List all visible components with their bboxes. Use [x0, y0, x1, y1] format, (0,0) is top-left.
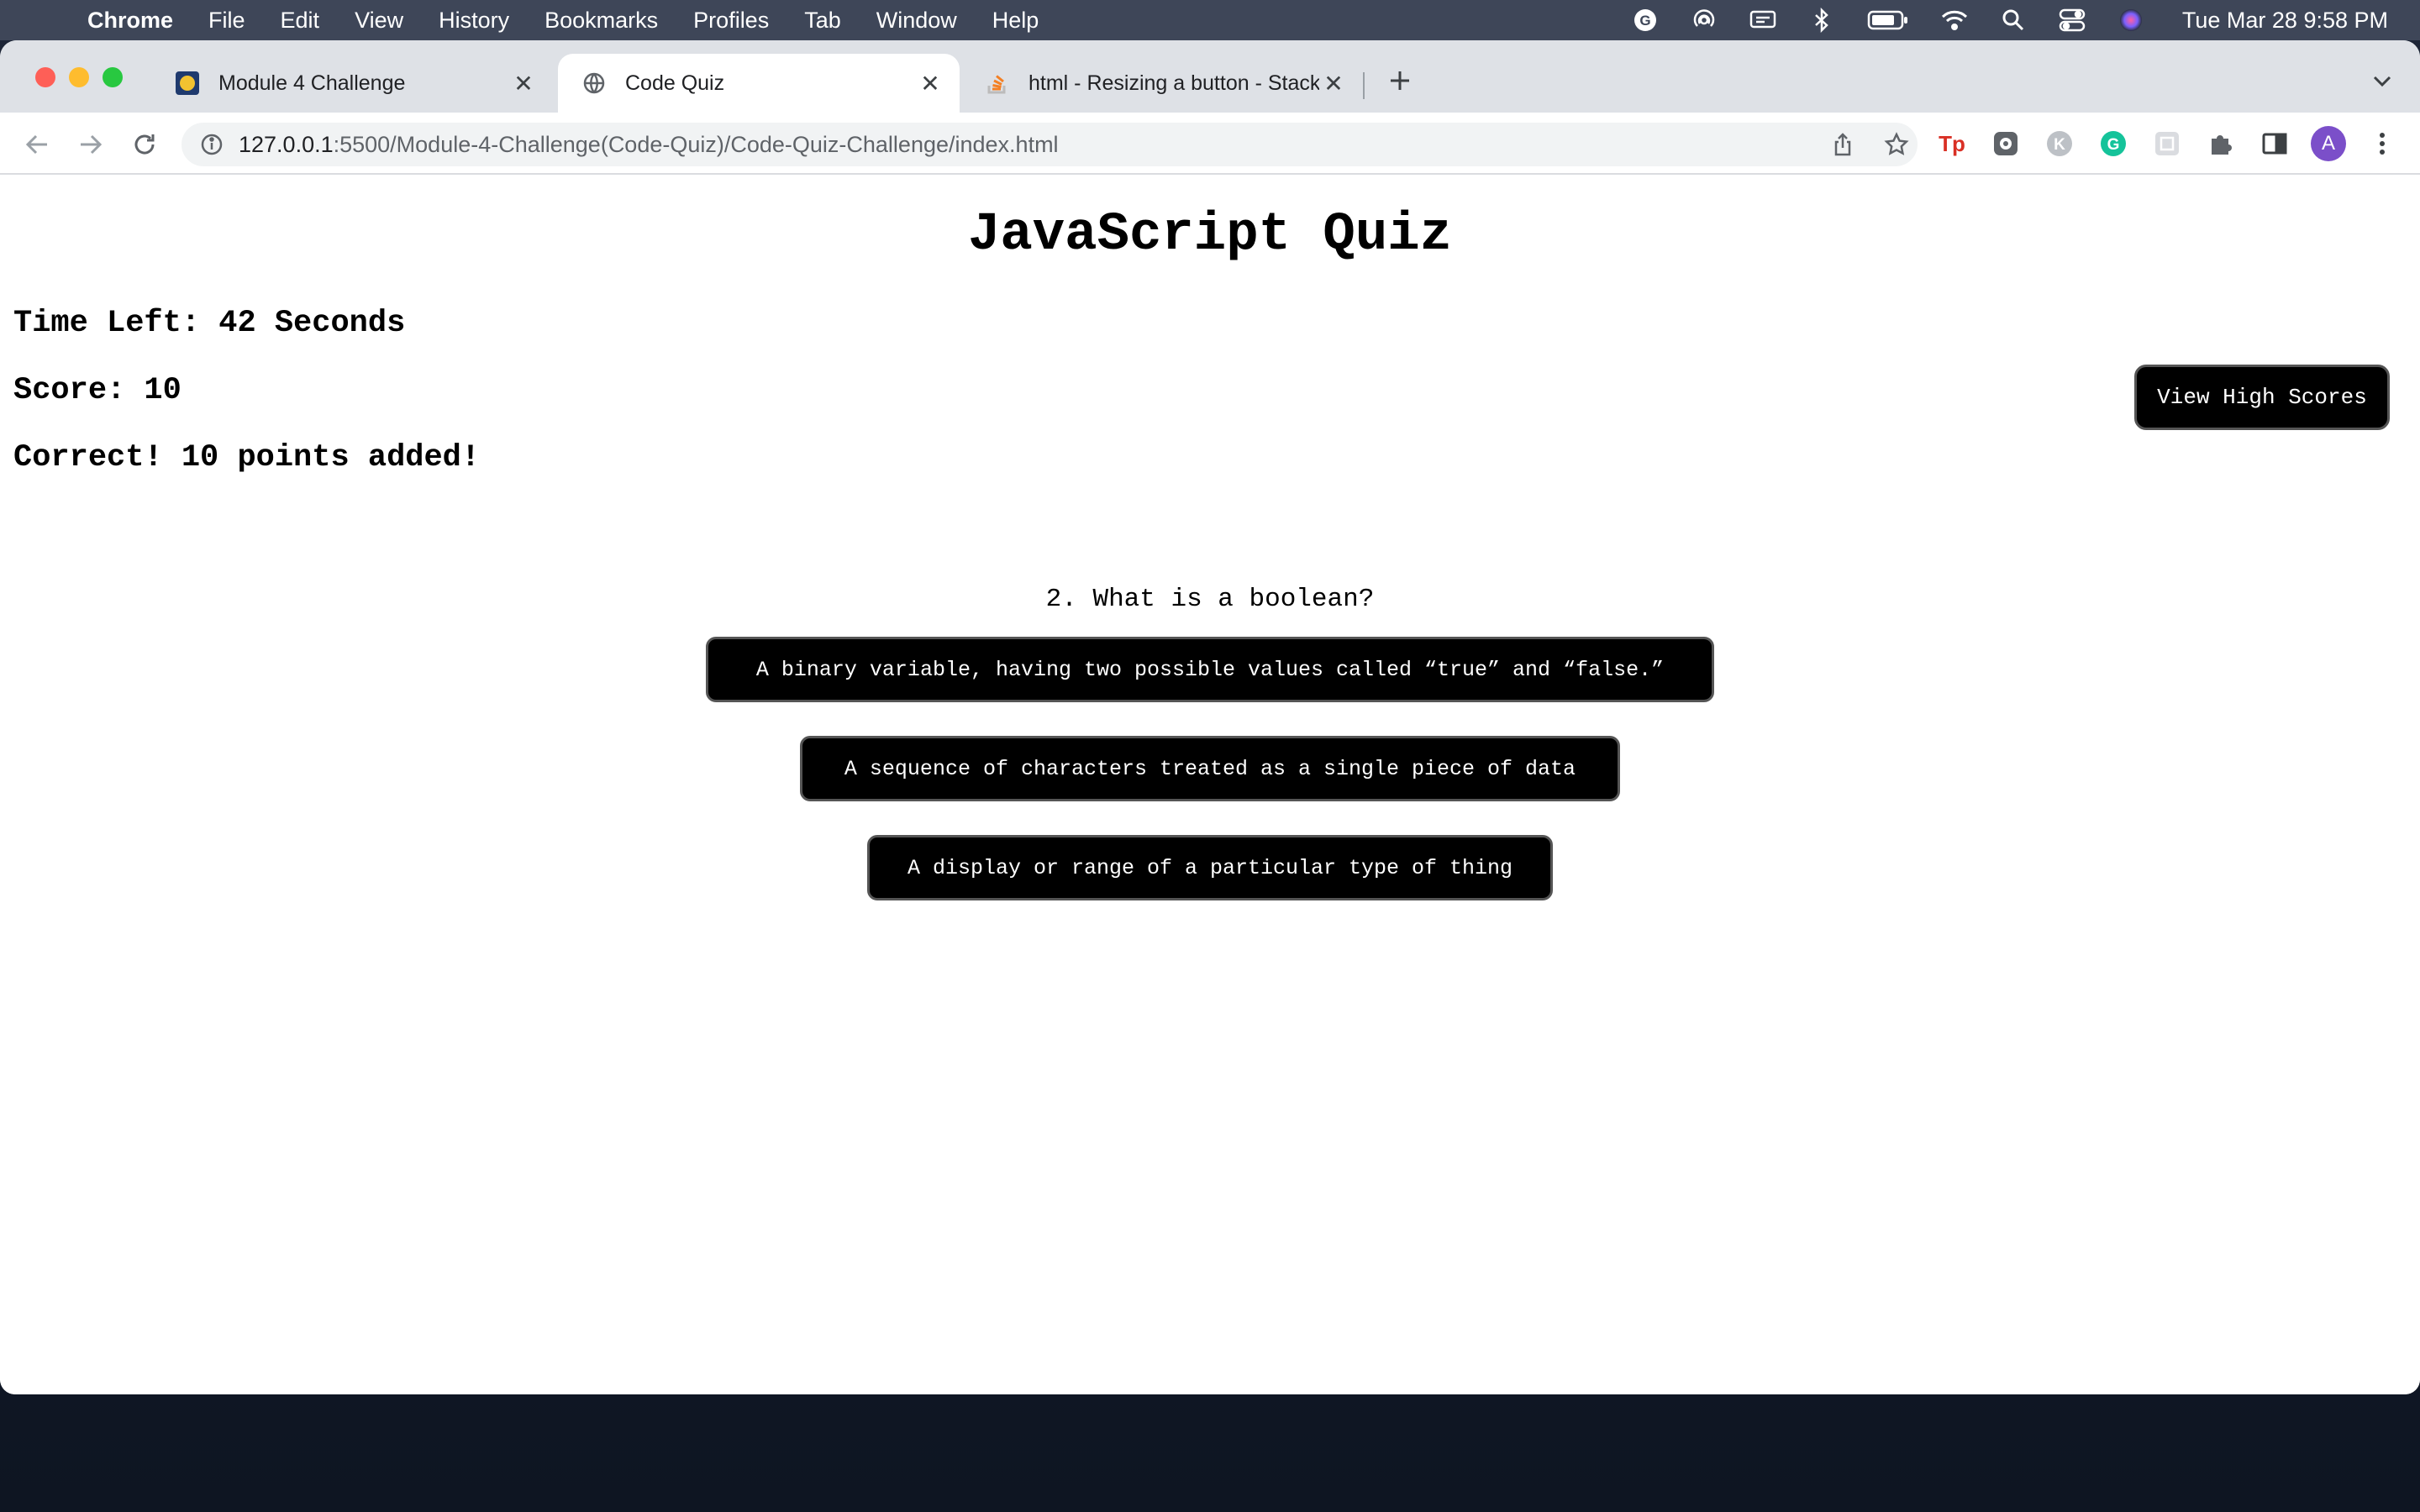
k-extension-icon[interactable]: K: [2044, 128, 2075, 160]
close-tab-icon[interactable]: ✕: [509, 69, 538, 97]
tab-code-quiz[interactable]: Code Quiz ✕: [558, 54, 960, 113]
more-menu-icon[interactable]: [2366, 128, 2398, 160]
tab-title: html - Resizing a button - Stack: [1028, 71, 1319, 95]
svg-text:G: G: [2107, 136, 2120, 154]
display-icon[interactable]: [1749, 8, 1777, 33]
menu-history[interactable]: History: [439, 8, 509, 34]
share-icon[interactable]: [1830, 132, 1855, 157]
tab-separator: [1363, 72, 1365, 99]
minimize-window-button[interactable]: [69, 67, 89, 87]
airdrop-icon[interactable]: [1690, 8, 1718, 33]
close-window-button[interactable]: [35, 67, 55, 87]
time-left: Time Left: 42 Seconds: [13, 306, 406, 341]
grammarly-extension-icon[interactable]: G: [2097, 128, 2129, 160]
question-text: 2. What is a boolean?: [1045, 585, 1375, 614]
tab-stack-overflow[interactable]: html - Resizing a button - Stack ✕: [961, 54, 1363, 113]
url-path: :5500/Module-4-Challenge(Code-Quiz)/Code…: [333, 132, 1059, 157]
menu-window[interactable]: Window: [876, 8, 957, 34]
menu-help[interactable]: Help: [992, 8, 1039, 34]
answer-button-2[interactable]: A sequence of characters treated as a si…: [800, 736, 1620, 801]
page-content: JavaScript Quiz Time Left: 42 Seconds Sc…: [0, 175, 2420, 1394]
control-center-icon[interactable]: [2058, 8, 2086, 33]
zoom-window-button[interactable]: [103, 67, 123, 87]
bluetooth-icon[interactable]: [1807, 8, 1836, 33]
screencast-extension-icon[interactable]: [1990, 128, 2022, 160]
svg-text:G: G: [1639, 13, 1650, 29]
grammarly-status-icon[interactable]: G: [1631, 8, 1660, 33]
view-high-scores-button[interactable]: View High Scores: [2134, 365, 2390, 430]
quiz-title: JavaScript Quiz: [967, 205, 1453, 265]
tp-extension-icon[interactable]: Tp: [1936, 128, 1968, 160]
back-arrow-icon[interactable]: [20, 128, 54, 161]
grid-extension-icon[interactable]: [2151, 128, 2183, 160]
bookmark-star-icon[interactable]: [1884, 132, 1909, 157]
address-bar[interactable]: 127.0.0.1:5500/Module-4-Challenge(Code-Q…: [182, 123, 1918, 166]
tab-title: Code Quiz: [625, 71, 725, 95]
side-panel-icon[interactable]: [2259, 128, 2291, 160]
battery-icon[interactable]: [1866, 8, 1910, 33]
siri-icon[interactable]: [2117, 8, 2145, 33]
menu-file[interactable]: File: [208, 8, 245, 34]
clock[interactable]: Tue Mar 28 9:58 PM: [2182, 8, 2388, 34]
macos-menu-bar: Chrome File Edit View History Bookmarks …: [0, 0, 2420, 40]
chrome-window: Module 4 Challenge ✕ Code Quiz ✕ html - …: [0, 40, 2420, 1394]
menu-bookmarks[interactable]: Bookmarks: [544, 8, 658, 34]
menu-app-chrome[interactable]: Chrome: [87, 8, 173, 34]
answer-button-1[interactable]: A binary variable, having two possible v…: [706, 637, 1714, 702]
tab-module-4-challenge[interactable]: Module 4 Challenge ✕: [151, 54, 553, 113]
answer-button-3[interactable]: A display or range of a particular type …: [867, 835, 1553, 900]
extensions-puzzle-icon[interactable]: [2205, 128, 2237, 160]
profile-avatar[interactable]: A: [2311, 126, 2346, 161]
url-host: 127.0.0.1: [239, 132, 334, 157]
tab-title: Module 4 Challenge: [218, 71, 406, 95]
new-tab-button[interactable]: [1385, 66, 1415, 96]
forward-arrow-icon[interactable]: [74, 128, 108, 161]
status-area: G Tue Mar 28 9:58 PM: [1631, 0, 2388, 40]
browser-toolbar: 127.0.0.1:5500/Module-4-Challenge(Code-Q…: [0, 113, 2420, 175]
svg-text:K: K: [2054, 136, 2065, 154]
stack-overflow-icon: [985, 71, 1010, 96]
answer-feedback: Correct! 10 points added!: [13, 440, 481, 475]
wifi-icon[interactable]: [1940, 8, 1969, 33]
close-tab-icon[interactable]: ✕: [1319, 69, 1348, 97]
close-tab-icon[interactable]: ✕: [916, 69, 944, 97]
tab-strip: Module 4 Challenge ✕ Code Quiz ✕ html - …: [0, 40, 2420, 113]
module-favicon-icon: [175, 71, 200, 96]
site-info-icon[interactable]: [200, 133, 224, 156]
reload-icon[interactable]: [128, 128, 161, 161]
spotlight-search-icon[interactable]: [1999, 8, 2028, 33]
menu-profiles[interactable]: Profiles: [693, 8, 769, 34]
score: Score: 10: [13, 373, 182, 408]
globe-icon: [581, 71, 607, 96]
tab-search-chevron-icon[interactable]: [2370, 71, 2395, 91]
url-text[interactable]: 127.0.0.1:5500/Module-4-Challenge(Code-Q…: [239, 123, 1059, 166]
svg-text:Tp: Tp: [1939, 131, 1965, 156]
menu-edit[interactable]: Edit: [281, 8, 320, 34]
menu-view[interactable]: View: [355, 8, 403, 34]
menu-tab[interactable]: Tab: [804, 8, 841, 34]
